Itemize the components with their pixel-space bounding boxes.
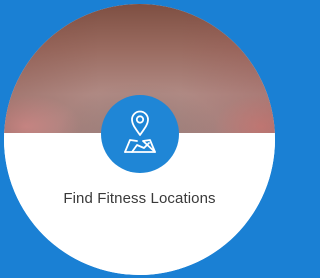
screen: Find Fitness Locations [0, 0, 279, 278]
map-location-pin-icon [118, 108, 162, 161]
icon-badge [101, 95, 179, 173]
tile-label: Find Fitness Locations [63, 190, 216, 207]
find-fitness-locations-tile[interactable]: Find Fitness Locations [4, 4, 275, 275]
